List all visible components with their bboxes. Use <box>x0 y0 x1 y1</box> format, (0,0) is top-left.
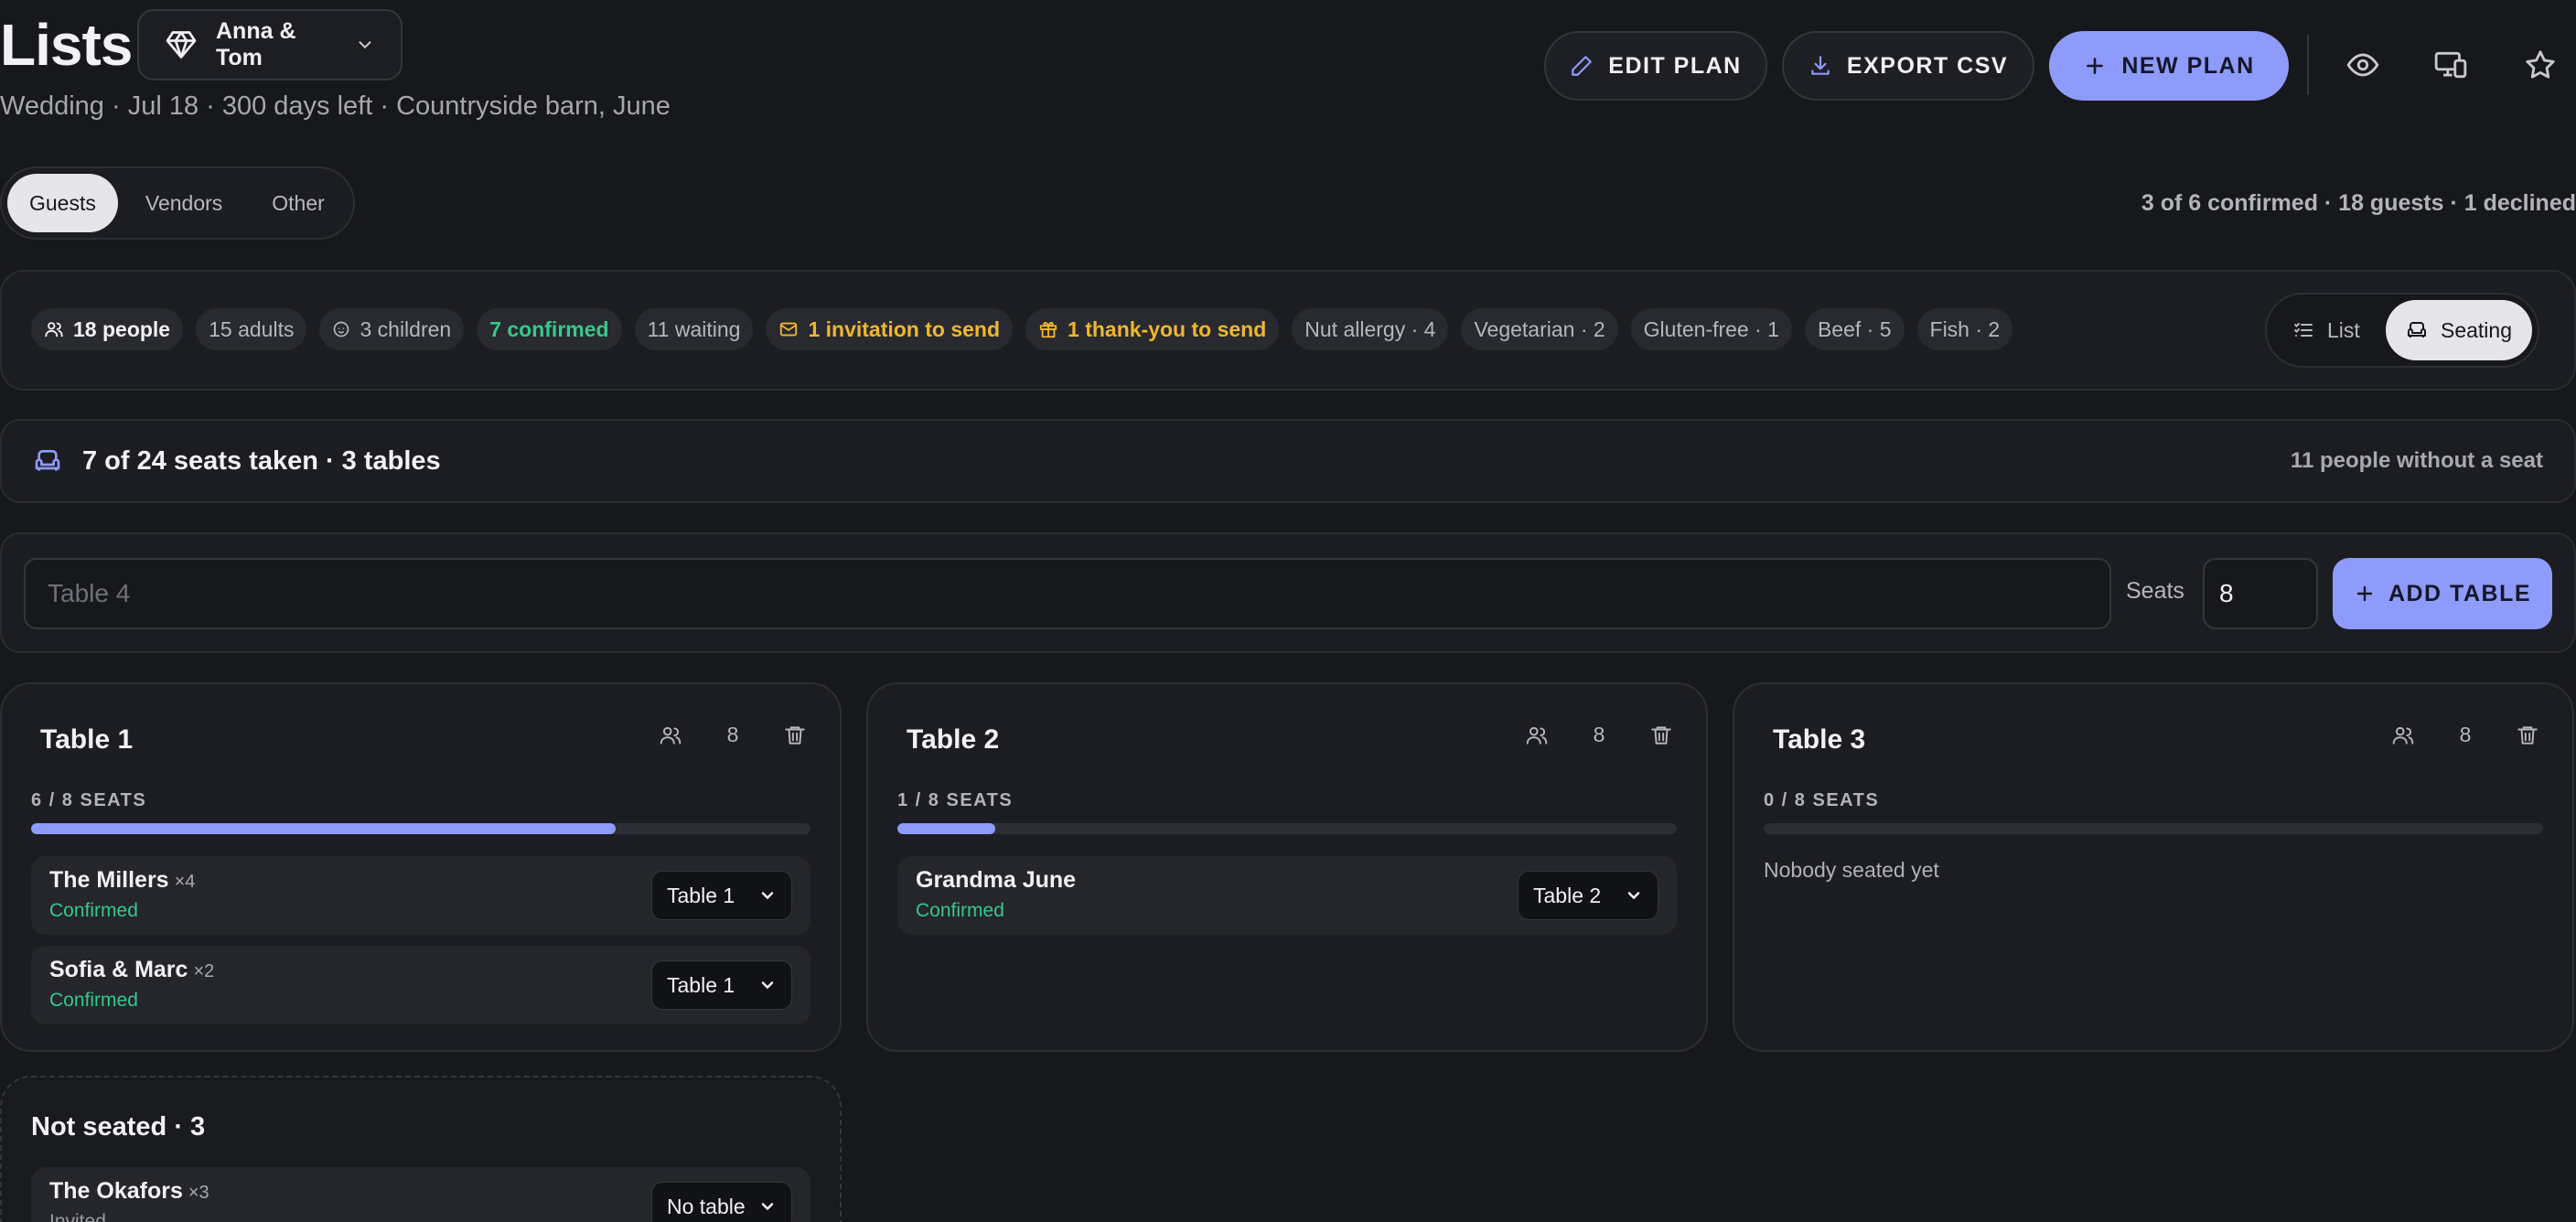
users-icon[interactable] <box>2391 724 2415 747</box>
chip-thankyou[interactable]: 1 thank-you to send <box>1025 308 1280 350</box>
table-capacity[interactable]: 8 <box>2455 723 2475 747</box>
guest-status: Confirmed <box>916 900 1004 921</box>
table-assign-select[interactable]: Table 1 <box>651 871 792 920</box>
seat-progress-bar <box>1764 823 2543 834</box>
chevron-down-icon <box>355 35 375 55</box>
chip-adults[interactable]: 15 adults <box>196 308 307 350</box>
chip-gluten-free[interactable]: Gluten-free · 1 <box>1630 308 1792 350</box>
guest-row: The Millers ×4 Confirmed Table 1 <box>31 856 810 935</box>
seats-summary-bar: 7 of 24 seats taken · 3 tables 11 people… <box>0 419 2576 503</box>
table-name: Table 1 <box>40 724 134 755</box>
chip-invitation[interactable]: 1 invitation to send <box>766 308 1014 350</box>
pencil-icon <box>1570 54 1594 78</box>
empty-table-message: Nobody seated yet <box>1764 858 1939 882</box>
chip-nut-allergy[interactable]: Nut allergy · 4 <box>1292 308 1449 350</box>
chip-fish[interactable]: Fish · 2 <box>1916 308 2013 350</box>
star-icon[interactable] <box>2517 42 2563 88</box>
seat-count-label: 1 / 8 SEATS <box>897 790 1014 810</box>
table-assign-select[interactable]: No table <box>651 1182 792 1222</box>
guest-name: The Okafors <box>49 1178 183 1204</box>
party-size: ×4 <box>174 872 196 892</box>
plus-icon <box>2354 583 2376 605</box>
table-capacity[interactable]: 8 <box>723 723 743 747</box>
table-name: Table 2 <box>907 724 1000 755</box>
baby-icon <box>332 320 350 338</box>
tab-other[interactable]: Other <box>250 174 347 232</box>
seats-label: Seats <box>2126 578 2184 604</box>
users-icon[interactable] <box>1525 724 1549 747</box>
not-seated-title: Not seated · 3 <box>31 1112 206 1142</box>
armchair-icon <box>33 446 62 476</box>
guest-row: Grandma June Confirmed Table 2 <box>897 856 1677 935</box>
plan-name: Anna & Tom <box>216 18 296 70</box>
guest-status: Confirmed <box>49 990 138 1011</box>
tab-guests[interactable]: Guests <box>7 174 118 232</box>
chip-vegetarian[interactable]: Vegetarian · 2 <box>1461 308 1618 350</box>
header-divider <box>2307 35 2309 95</box>
plus-icon <box>2083 54 2107 78</box>
guest-name: Grandma June <box>916 867 1077 893</box>
devices-icon[interactable] <box>2428 42 2474 88</box>
stats-chips: 18 people 15 adults 3 children 7 confirm… <box>31 308 2013 350</box>
export-csv-button[interactable]: EXPORT CSV <box>1782 31 2034 101</box>
guest-name: The Millers <box>49 867 169 893</box>
guest-status: Invited <box>49 1211 106 1222</box>
view-toggle: List Seating <box>2265 293 2539 368</box>
not-seated-group: Not seated · 3 The Okafors ×3 Invited No … <box>0 1076 842 1222</box>
seat-progress-bar <box>897 823 1677 834</box>
guest-row: The Okafors ×3 Invited No table <box>31 1167 810 1222</box>
party-size: ×2 <box>193 961 215 981</box>
unseated-count: 11 people without a seat <box>2290 448 2543 473</box>
guest-name: Sofia & Marc <box>49 957 188 982</box>
seat-count-label: 0 / 8 SEATS <box>1764 790 1880 810</box>
table-card: Table 1 8 6 / 8 SEATS The Millers ×4 Conf… <box>0 682 842 1052</box>
trash-icon[interactable] <box>783 724 807 747</box>
table-assign-select[interactable]: Table 1 <box>651 960 792 1010</box>
edit-plan-button[interactable]: EDIT PLAN <box>1544 31 1767 101</box>
chevron-down-icon <box>758 886 777 905</box>
chevron-down-icon <box>1625 886 1643 905</box>
trash-icon[interactable] <box>2516 724 2539 747</box>
add-table-button[interactable]: ADD TABLE <box>2333 558 2552 629</box>
armchair-icon <box>2406 319 2428 341</box>
chevron-down-icon <box>758 1197 777 1216</box>
chip-confirmed[interactable]: 7 confirmed <box>477 308 622 350</box>
party-size: ×3 <box>188 1183 209 1203</box>
table-name-input[interactable] <box>24 558 2111 629</box>
table-capacity[interactable]: 8 <box>1589 723 1609 747</box>
chip-beef[interactable]: Beef · 5 <box>1804 308 1905 350</box>
table-name: Table 3 <box>1773 724 1866 755</box>
new-plan-button[interactable]: NEW PLAN <box>2049 31 2289 101</box>
users-icon <box>44 319 64 339</box>
table-card: Table 3 8 0 / 8 SEATS Nobody seated yet <box>1733 682 2574 1052</box>
eye-icon[interactable] <box>2340 42 2386 88</box>
list-tabs: Guests Vendors Other <box>0 166 355 240</box>
table-card: Table 2 8 1 / 8 SEATS Grandma June Confi… <box>866 682 1708 1052</box>
users-icon[interactable] <box>659 724 682 747</box>
page-title: Lists <box>0 12 133 78</box>
guest-status: Confirmed <box>49 900 138 921</box>
plan-subtitle: Wedding · Jul 18 · 300 days left · Count… <box>0 91 671 121</box>
chevron-down-icon <box>758 976 777 994</box>
chip-waiting[interactable]: 11 waiting <box>634 308 754 350</box>
list-icon <box>2292 319 2314 341</box>
download-icon <box>1809 54 1832 78</box>
view-list-button[interactable]: List <box>2272 300 2380 360</box>
seat-progress-bar <box>31 823 810 834</box>
diamond-icon <box>165 28 198 61</box>
view-seating-button[interactable]: Seating <box>2385 300 2532 360</box>
seats-input[interactable] <box>2203 558 2318 629</box>
gift-icon <box>1038 319 1058 339</box>
tab-vendors[interactable]: Vendors <box>123 174 244 232</box>
seat-count-label: 6 / 8 SEATS <box>31 790 147 810</box>
chip-children[interactable]: 3 children <box>319 308 465 350</box>
trash-icon[interactable] <box>1649 724 1673 747</box>
seats-taken-text: 7 of 24 seats taken · 3 tables <box>82 445 441 476</box>
guest-summary: 3 of 6 confirmed · 18 guests · 1 decline… <box>2141 190 2576 216</box>
table-assign-select[interactable]: Table 2 <box>1518 871 1658 920</box>
guest-row: Sofia & Marc ×2 Confirmed Table 1 <box>31 946 810 1024</box>
plan-selector[interactable]: Anna & Tom <box>137 9 402 80</box>
mail-icon <box>778 319 799 339</box>
chip-people[interactable]: 18 people <box>31 308 184 350</box>
